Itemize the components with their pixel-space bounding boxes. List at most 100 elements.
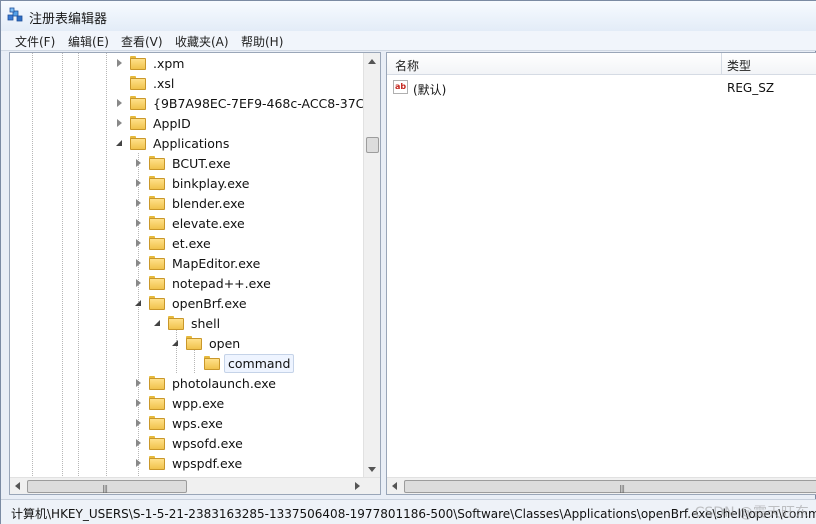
- tree-guide-line: [32, 53, 33, 478]
- folder-icon: [149, 296, 165, 310]
- expand-arrow-icon[interactable]: [114, 117, 126, 129]
- folder-icon: [130, 56, 146, 70]
- tree-item[interactable]: BCUT.exe: [133, 153, 234, 173]
- tree-item[interactable]: {9B7A98EC-7EF9-468c-ACC8-37C793E: [114, 93, 381, 113]
- expand-arrow-icon[interactable]: [133, 157, 145, 169]
- value-type: REG_SZ: [727, 81, 775, 95]
- scroll-thumb[interactable]: [366, 137, 379, 153]
- scroll-down-arrow-icon[interactable]: [368, 467, 376, 472]
- tree-item[interactable]: Applications: [114, 133, 232, 153]
- column-header-name[interactable]: 名称: [395, 57, 419, 74]
- expand-arrow-icon[interactable]: [133, 417, 145, 429]
- list-header: 名称 类型: [387, 53, 816, 75]
- scroll-thumb[interactable]: |||: [27, 480, 187, 493]
- tree-guide-line: [106, 53, 107, 478]
- collapse-arrow-icon[interactable]: [133, 297, 145, 309]
- tree-item-label: MapEditor.exe: [172, 255, 261, 271]
- tree-item-label: shell: [191, 315, 221, 331]
- tree-item[interactable]: .xsl: [114, 73, 177, 93]
- menu-view[interactable]: 查看(V): [121, 33, 163, 50]
- menu-edit[interactable]: 编辑(E): [68, 33, 109, 50]
- tree-item-label: {9B7A98EC-7EF9-468c-ACC8-37C793E: [153, 95, 381, 111]
- tree-item-label: binkplay.exe: [172, 175, 250, 191]
- tree-item[interactable]: photolaunch.exe: [133, 373, 279, 393]
- expand-arrow-icon[interactable]: [114, 57, 126, 69]
- tree-item-label: et.exe: [172, 235, 211, 251]
- expand-arrow-icon[interactable]: [133, 437, 145, 449]
- registry-tree[interactable]: .xpm .xsl {9B7A98EC-7EF9-468c-ACC8-37C79…: [9, 52, 381, 495]
- value-name: (默认): [413, 83, 447, 97]
- tree-item[interactable]: elevate.exe: [133, 213, 248, 233]
- menu-help[interactable]: 帮助(H): [241, 33, 283, 50]
- collapse-arrow-icon[interactable]: [152, 317, 164, 329]
- tree-item[interactable]: blender.exe: [133, 193, 248, 213]
- expand-arrow-icon[interactable]: [133, 197, 145, 209]
- expand-arrow-icon[interactable]: [114, 97, 126, 109]
- tree-item-label: command: [224, 353, 295, 373]
- tree-item[interactable]: shell: [152, 313, 223, 333]
- expand-arrow-icon[interactable]: [133, 377, 145, 389]
- collapse-arrow-icon[interactable]: [170, 337, 182, 349]
- expand-arrow-icon[interactable]: [133, 237, 145, 249]
- expand-arrow-icon[interactable]: [133, 277, 145, 289]
- scroll-left-arrow-icon[interactable]: [392, 482, 397, 490]
- scroll-thumb[interactable]: |||: [404, 480, 816, 493]
- tree-vertical-scrollbar[interactable]: [363, 53, 380, 478]
- expand-arrow-icon[interactable]: [133, 457, 145, 469]
- folder-icon: [149, 256, 165, 270]
- tree-item[interactable]: AppID: [114, 113, 194, 133]
- menu-favorites[interactable]: 收藏夹(A): [175, 33, 229, 50]
- collapse-arrow-icon[interactable]: [114, 137, 126, 149]
- title-bar[interactable]: 注册表编辑器: [1, 1, 816, 31]
- expand-arrow-icon[interactable]: [133, 217, 145, 229]
- list-horizontal-scrollbar[interactable]: |||: [387, 477, 816, 494]
- tree-item[interactable]: .xpm: [114, 53, 187, 73]
- tree-item-selected[interactable]: command: [188, 353, 295, 373]
- menu-file[interactable]: 文件(F): [15, 33, 55, 50]
- folder-icon: [149, 156, 165, 170]
- tree-item-label: photolaunch.exe: [172, 375, 276, 391]
- tree-item[interactable]: wps.exe: [133, 413, 226, 433]
- tree-horizontal-scrollbar[interactable]: |||: [10, 477, 380, 494]
- column-header-type[interactable]: 类型: [727, 57, 751, 74]
- folder-icon: [149, 436, 165, 450]
- registry-editor-window: 注册表编辑器 文件(F) 编辑(E) 查看(V) 收藏夹(A) 帮助(H) .x…: [0, 0, 816, 524]
- tree-item[interactable]: open: [170, 333, 243, 353]
- tree-item-label: elevate.exe: [172, 215, 245, 231]
- tree-item[interactable]: wpsofd.exe: [133, 433, 246, 453]
- tree-item-label: openBrf.exe: [172, 295, 247, 311]
- tree-item-label: BCUT.exe: [172, 155, 231, 171]
- folder-icon: [149, 236, 165, 250]
- tree-item[interactable]: openBrf.exe: [133, 293, 250, 313]
- folder-icon: [149, 276, 165, 290]
- tree-item[interactable]: binkplay.exe: [133, 173, 252, 193]
- status-bar: 计算机\HKEY_USERS\S-1-5-21-2383163285-13375…: [1, 499, 816, 524]
- scroll-right-arrow-icon[interactable]: [355, 482, 360, 490]
- tree-item[interactable]: et.exe: [133, 233, 214, 253]
- scroll-up-arrow-icon[interactable]: [368, 59, 376, 64]
- tree-item-label: wpsofd.exe: [172, 435, 243, 451]
- folder-icon: [130, 96, 146, 110]
- expand-arrow-icon[interactable]: [133, 397, 145, 409]
- folder-icon: [130, 116, 146, 130]
- folder-icon: [168, 316, 184, 330]
- scroll-left-arrow-icon[interactable]: [15, 482, 20, 490]
- tree-item[interactable]: wpspdf.exe: [133, 453, 245, 473]
- list-item[interactable]: ab (默认) REG_SZ: [387, 79, 816, 97]
- tree-item-label: AppID: [153, 115, 191, 131]
- folder-icon: [149, 416, 165, 430]
- tree-item[interactable]: wpp.exe: [133, 393, 227, 413]
- column-divider[interactable]: [721, 53, 722, 75]
- folder-icon: [149, 216, 165, 230]
- tree-item-label: .xpm: [153, 55, 185, 71]
- window-title: 注册表编辑器: [29, 12, 108, 27]
- values-list[interactable]: 名称 类型 ab (默认) REG_SZ |||: [386, 52, 816, 495]
- tree-item[interactable]: notepad++.exe: [133, 273, 274, 293]
- folder-icon: [186, 336, 202, 350]
- expand-arrow-icon[interactable]: [133, 177, 145, 189]
- expand-arrow-icon[interactable]: [133, 257, 145, 269]
- ab-string-icon: ab: [393, 80, 408, 94]
- tree-item[interactable]: MapEditor.exe: [133, 253, 263, 273]
